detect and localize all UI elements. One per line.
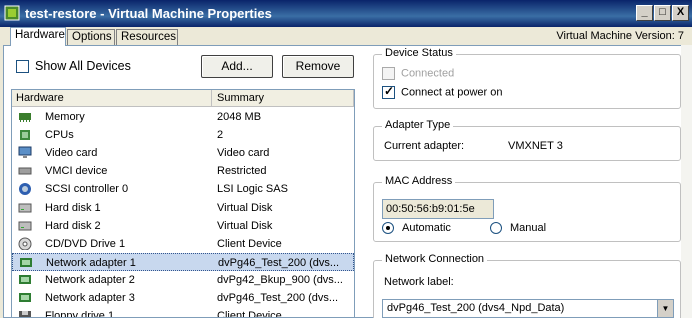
video-card-icon — [18, 146, 32, 159]
chevron-down-icon[interactable]: ▼ — [657, 300, 673, 317]
hardware-row[interactable]: VMCI device Restricted — [12, 162, 354, 180]
hardware-row-name: CPUs — [45, 129, 74, 142]
hardware-row[interactable]: Network adapter 1 dvPg46_Test_200 (dvs... — [12, 252, 354, 271]
network-adapter-icon — [20, 257, 32, 267]
radio-selected-icon[interactable] — [382, 222, 394, 235]
hardware-row-name: Video card — [45, 147, 98, 160]
hardware-row[interactable]: Video card Video card — [12, 144, 354, 162]
vmci-device-icon — [18, 167, 32, 175]
network-adapter-icon — [19, 293, 31, 302]
network-label-select[interactable]: dvPg46_Test_200 (dvs4_Npd_Data) ▼ — [382, 299, 674, 318]
hardware-row[interactable]: Floppy drive 1 Client Device — [12, 307, 354, 318]
current-adapter-label: Current adapter: — [384, 140, 465, 152]
hardware-row[interactable]: Hard disk 2 Virtual Disk — [12, 217, 354, 235]
hardware-row-name: Network adapter 1 — [46, 256, 136, 269]
hardware-row-name: Hard disk 1 — [45, 201, 101, 214]
network-label-caption: Network label: — [384, 276, 454, 288]
cd-dvd-icon — [18, 237, 32, 250]
mac-address-group: MAC Address 00:50:56:b9:01:5e Automatic … — [373, 175, 681, 242]
hardware-row[interactable]: Network adapter 3 dvPg46_Test_200 (dvs... — [12, 289, 354, 307]
title-bar[interactable]: test-restore - Virtual Machine Propertie… — [0, 0, 692, 27]
hardware-row-name: Network adapter 3 — [45, 292, 135, 304]
hardware-row-name: Memory — [45, 111, 85, 123]
connect-at-power-on-label: Connect at power on — [401, 86, 503, 99]
mac-address-legend: MAC Address — [382, 175, 456, 187]
hardware-row-summary: Restricted — [217, 165, 267, 178]
hardware-row-summary: Client Device — [217, 237, 282, 250]
hardware-row-summary: LSI Logic SAS — [217, 183, 288, 196]
vm-app-icon — [4, 5, 20, 21]
window-title: test-restore - Virtual Machine Propertie… — [25, 6, 272, 21]
hardware-row-summary: 2048 MB — [217, 111, 262, 123]
cpu-icon — [20, 130, 30, 141]
mac-manual-label: Manual — [510, 222, 547, 234]
add-hardware-button[interactable]: Add... — [201, 55, 273, 78]
column-divider[interactable] — [353, 90, 354, 107]
hardware-row-summary: dvPg46_Test_200 (dvs... — [217, 292, 339, 304]
hardware-row-summary: 2 — [217, 129, 224, 142]
hardware-row-name: Network adapter 2 — [45, 273, 135, 286]
checkbox-icon[interactable] — [16, 60, 29, 74]
hardware-row[interactable]: CPUs 2 — [12, 126, 354, 144]
hardware-row-summary: dvPg46_Test_200 (dvs... — [218, 256, 340, 269]
tab-options[interactable]: Options — [67, 29, 115, 46]
hardware-row-name: VMCI device — [45, 165, 108, 178]
remove-hardware-button[interactable]: Remove — [282, 55, 354, 78]
connect-at-power-on-checkbox[interactable]: Connect at power on — [382, 84, 503, 99]
hardware-row[interactable]: SCSI controller 0 LSI Logic SAS — [12, 180, 354, 198]
hard-disk-icon — [18, 203, 32, 212]
hardware-row-summary: Client Device — [217, 310, 282, 318]
tab-resources[interactable]: Resources — [116, 29, 178, 46]
panel-scrollbar[interactable] — [681, 45, 692, 318]
adapter-type-group: Adapter Type Current adapter: VMXNET 3 — [373, 119, 681, 161]
column-header-summary[interactable]: Summary — [217, 92, 264, 104]
mac-manual-radio[interactable]: Manual — [490, 222, 547, 235]
adapter-type-legend: Adapter Type — [382, 119, 454, 131]
hardware-row[interactable]: Memory 2048 MB — [12, 108, 354, 126]
checkbox-icon — [382, 67, 395, 80]
maximize-button[interactable]: □ — [654, 5, 671, 21]
hardware-row[interactable]: CD/DVD Drive 1 Client Device — [12, 235, 354, 253]
hardware-row-name: Floppy drive 1 — [45, 310, 115, 318]
radio-icon[interactable] — [490, 222, 502, 235]
minimize-button[interactable]: _ — [636, 5, 653, 21]
connected-label: Connected — [401, 67, 455, 80]
network-connection-legend: Network Connection — [382, 253, 488, 265]
vm-version-label: Virtual Machine Version: 7 — [556, 30, 684, 42]
hardware-row-summary: Virtual Disk — [217, 201, 273, 214]
hardware-row-name: Hard disk 2 — [45, 219, 101, 232]
hardware-row-summary: Video card — [217, 147, 270, 160]
hardware-row-summary: Virtual Disk — [217, 219, 273, 232]
hardware-row[interactable]: Network adapter 2 dvPg42_Bkup_900 (dvs... — [12, 271, 354, 289]
hardware-list[interactable]: Hardware Summary Memory 2048 MB CPUs 2 Video… — [11, 89, 355, 318]
network-label-selected: dvPg46_Test_200 (dvs4_Npd_Data) — [387, 302, 565, 314]
hard-disk-icon — [18, 221, 32, 231]
network-adapter-icon — [19, 274, 31, 284]
hardware-list-header: Hardware Summary — [12, 90, 354, 107]
device-status-group: Device Status Connected Connect at power… — [373, 47, 681, 109]
column-divider[interactable] — [211, 90, 212, 107]
mac-address-field: 00:50:56:b9:01:5e — [382, 199, 494, 219]
memory-icon — [19, 113, 31, 122]
show-all-devices-checkbox[interactable]: Show All Devices — [16, 59, 131, 74]
checkbox-checked-icon[interactable] — [382, 84, 395, 99]
current-adapter-value: VMXNET 3 — [508, 140, 563, 152]
device-status-legend: Device Status — [382, 47, 456, 59]
column-header-hardware[interactable]: Hardware — [16, 92, 64, 104]
hardware-row[interactable]: Hard disk 1 Virtual Disk — [12, 199, 354, 217]
show-all-devices-label: Show All Devices — [35, 59, 131, 73]
hardware-row-summary: dvPg42_Bkup_900 (dvs... — [217, 273, 343, 286]
floppy-drive-icon — [19, 311, 31, 317]
mac-automatic-radio[interactable]: Automatic — [382, 222, 451, 235]
tab-hardware[interactable]: Hardware — [10, 27, 66, 46]
network-connection-group: Network Connection Network label: dvPg46… — [373, 253, 681, 318]
hardware-row-name: SCSI controller 0 — [45, 183, 129, 196]
connected-checkbox: Connected — [382, 67, 454, 80]
scsi-controller-icon — [19, 183, 31, 196]
mac-automatic-label: Automatic — [402, 222, 451, 234]
hardware-row-name: CD/DVD Drive 1 — [45, 237, 126, 250]
close-button[interactable]: X — [672, 5, 689, 21]
